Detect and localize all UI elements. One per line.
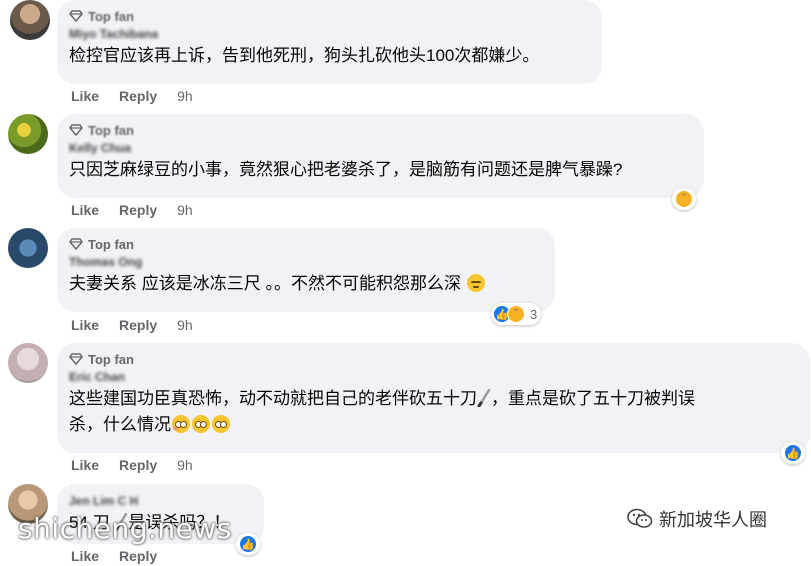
comment-actions: Like Reply 9h [71, 86, 213, 106]
timestamp[interactable]: 9h [177, 317, 193, 333]
like-button[interactable]: Like [71, 317, 99, 333]
top-fan-badge: Top fan [69, 121, 692, 139]
avatar[interactable] [10, 0, 50, 40]
comment-text-body: 夫妻关系 应该是冰冻三尺 。。不然不可能积怨那么深 [69, 274, 461, 293]
comment-actions: Like Reply 9h [71, 200, 213, 220]
comment-bubble: Top fan Miyo Tachibana 检控官应该再上诉，告到他死刑，狗头… [57, 0, 602, 84]
comment-bubble: Top fan Kelly Chua 只因芝麻绿豆的小事，竟然狠心把老婆杀了，是… [57, 114, 704, 198]
reply-button[interactable]: Reply [119, 457, 157, 473]
flushed-emoji-icon [172, 415, 190, 433]
commenter-name[interactable]: Kelly Chua [69, 139, 692, 157]
flushed-emoji-icon [212, 415, 230, 433]
comment-actions: Like Reply [71, 546, 177, 566]
reply-button[interactable]: Reply [119, 317, 157, 333]
top-fan-badge: Top fan [69, 350, 798, 368]
comment-bubble: Top fan Eric Chan 这些建国功臣真恐怖，动不动就把自己的老伴砍五… [57, 343, 810, 453]
reaction-summary[interactable]: 👍 ˘ 3 [491, 303, 542, 325]
diamond-icon [69, 238, 83, 250]
timestamp[interactable]: 9h [177, 202, 193, 218]
avatar[interactable] [8, 114, 48, 154]
reaction-count: 3 [530, 306, 538, 322]
comment-text: 夫妻关系 应该是冰冻三尺 。。不然不可能积怨那么深 [69, 271, 543, 297]
badge-label: Top fan [88, 8, 134, 24]
top-fan-badge: Top fan [69, 235, 543, 253]
reaction-summary[interactable]: ˘ [672, 188, 696, 210]
diamond-icon [69, 124, 83, 136]
reaction-summary[interactable]: 👍 [781, 442, 805, 464]
sad-reaction-icon: ˘ [507, 305, 525, 323]
pensive-emoji-icon [466, 274, 485, 292]
wechat-watermark: 新加坡华人圈 [627, 506, 767, 532]
commenter-name[interactable]: Miyo Tachibana [69, 25, 590, 43]
comment-text-part: 杀，什么情况 [69, 415, 171, 434]
wechat-account-label: 新加坡华人圈 [659, 510, 767, 530]
like-reaction-icon: 👍 [784, 444, 802, 462]
sad-reaction-icon: ˘ [675, 190, 693, 208]
knife-icon [477, 389, 491, 407]
comment-text-part: 这些建国功臣真恐怖，动不动就把自己的老伴砍五十刀 [69, 389, 477, 408]
diamond-icon [69, 353, 83, 365]
site-watermark: shicheng.news [18, 512, 232, 545]
top-fan-badge: Top fan [69, 7, 590, 25]
avatar[interactable] [8, 343, 48, 383]
like-button[interactable]: Like [71, 548, 99, 564]
like-button[interactable]: Like [71, 202, 99, 218]
reply-button[interactable]: Reply [119, 548, 157, 564]
avatar[interactable] [8, 228, 48, 268]
like-reaction-icon: 👍 [239, 535, 257, 553]
wechat-icon [627, 508, 653, 528]
flushed-emoji-icon [192, 415, 210, 433]
comment-text: 这些建国功臣真恐怖，动不动就把自己的老伴砍五十刀 ，重点是砍了五十刀被判误杀，什么… [69, 386, 798, 438]
commenter-name[interactable]: Jen Lim C H [69, 492, 252, 510]
reply-button[interactable]: Reply [119, 88, 157, 104]
badge-label: Top fan [88, 122, 134, 138]
comment-actions: Like Reply 9h [71, 315, 213, 335]
like-button[interactable]: Like [71, 88, 99, 104]
comment-text-part: ，重点是砍了五十刀被判误 [491, 389, 695, 408]
comment-actions: Like Reply 9h [71, 455, 213, 475]
comment-text: 检控官应该再上诉，告到他死刑，狗头扎砍他头100次都嫌少。 [69, 46, 540, 65]
commenter-name[interactable]: Thomas Ong [69, 253, 543, 271]
badge-label: Top fan [88, 351, 134, 367]
comment-text: 只因芝麻绿豆的小事，竟然狠心把老婆杀了，是脑筋有问题还是脾气暴躁? [69, 160, 623, 179]
timestamp[interactable]: 9h [177, 457, 193, 473]
commenter-name[interactable]: Eric Chan [69, 368, 798, 386]
reply-button[interactable]: Reply [119, 202, 157, 218]
timestamp[interactable]: 9h [177, 88, 193, 104]
like-button[interactable]: Like [71, 457, 99, 473]
comment-bubble: Top fan Thomas Ong 夫妻关系 应该是冰冻三尺 。。不然不可能积… [57, 228, 555, 312]
reaction-summary[interactable]: 👍 [236, 533, 260, 555]
badge-label: Top fan [88, 236, 134, 252]
diamond-icon [69, 10, 83, 22]
